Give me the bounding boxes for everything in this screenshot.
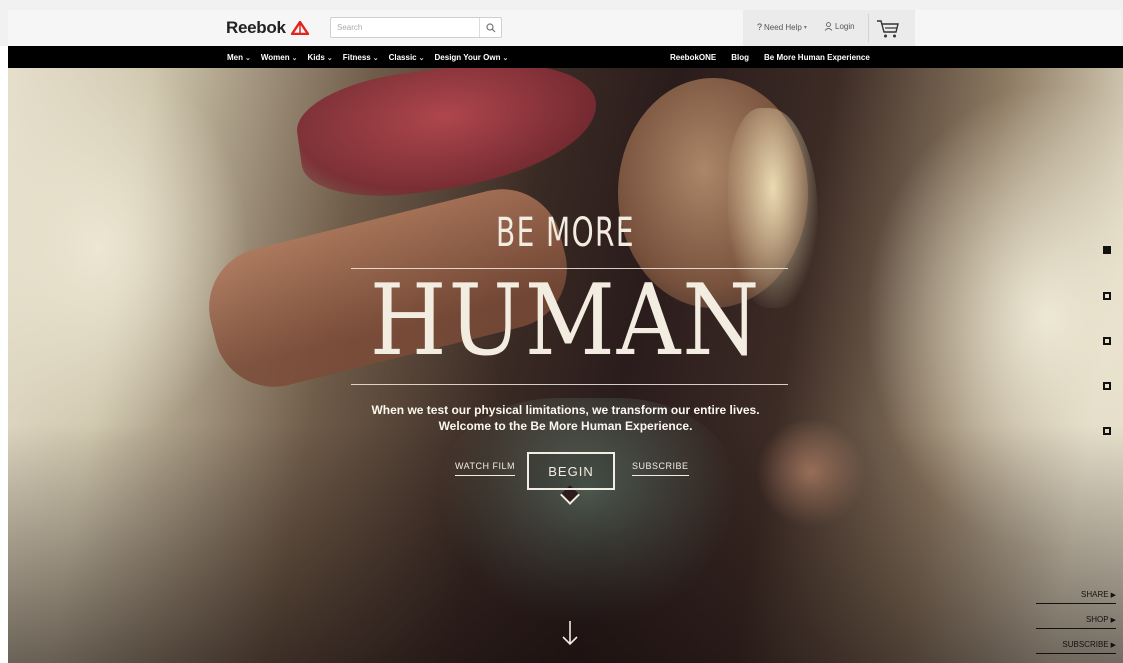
help-question-icon: ? (757, 22, 763, 32)
chevron-down-icon: ⌄ (245, 54, 251, 62)
nav-item-kids[interactable]: Kids ⌄ (308, 53, 333, 62)
nav-item-blog[interactable]: Blog (731, 53, 749, 62)
search-divider (479, 18, 480, 37)
slide-dot-1[interactable] (1103, 246, 1111, 254)
slide-dot-5[interactable] (1103, 427, 1111, 435)
chevron-down-icon: ▾ (803, 24, 807, 31)
tagline-line-1: When we test our physical limitations, w… (371, 403, 760, 417)
need-help-menu[interactable]: ? Need Help ▾ (757, 22, 807, 32)
chevron-down-icon: ⌄ (291, 54, 298, 62)
hero-banner: BE MORE HUMAN When we test our physical … (8, 68, 1123, 663)
nav-item-reebokone[interactable]: ReebokONE (670, 53, 716, 62)
brand-wordmark: Reebok (226, 18, 286, 37)
search-button[interactable] (481, 18, 501, 37)
nav-item-be-more-human[interactable]: Be More Human Experience (764, 53, 870, 62)
subscribe-label: SUBSCRIBE (1062, 640, 1109, 649)
share-link[interactable]: SHARE ▶ (1081, 590, 1116, 599)
headline-small: BE MORE (496, 210, 635, 256)
slide-pager (1103, 246, 1117, 446)
nav-item-design-your-own[interactable]: Design Your Own ⌄ (435, 53, 509, 62)
hero-tagline: When we test our physical limitations, w… (8, 402, 1123, 434)
slide-dot-4[interactable] (1103, 382, 1111, 390)
subscribe-side-link[interactable]: SUBSCRIBE ▶ (1062, 640, 1116, 649)
subscribe-underline (1036, 653, 1116, 654)
nav-item-women[interactable]: Women ⌄ (261, 53, 298, 62)
login-link[interactable]: Login (824, 22, 855, 31)
nav-label: Classic (388, 52, 417, 62)
chevron-down-icon: ⌄ (326, 54, 333, 62)
shop-underline (1036, 628, 1116, 629)
play-arrow-icon: ▶ (1110, 592, 1116, 599)
slide-dot-3[interactable] (1103, 337, 1111, 345)
shop-label: SHOP (1085, 615, 1109, 624)
nav-label: Design Your Own (434, 52, 501, 62)
header-background (8, 10, 1121, 46)
nav-item-fitness[interactable]: Fitness ⌄ (343, 53, 379, 62)
headline-large: HUMAN (369, 264, 762, 378)
play-arrow-icon: ▶ (1110, 617, 1116, 624)
login-label: Login (835, 22, 855, 31)
nav-label: Men (227, 52, 243, 62)
begin-button[interactable]: BEGIN (527, 452, 615, 490)
search-box (330, 17, 502, 38)
headline-rule-bottom (351, 384, 788, 385)
shopping-cart-icon[interactable] (876, 19, 900, 39)
nav-label: Women (260, 52, 290, 62)
chevron-down-icon: ⌄ (502, 54, 509, 62)
main-navigation: Men ⌄ Women ⌄ Kids ⌄ Fitness ⌄ Classic ⌄ Desi… (8, 46, 1123, 68)
chevron-down-icon: ⌄ (372, 54, 379, 62)
chevron-down-icon: ⌄ (418, 54, 425, 62)
subscribe-link[interactable]: SUBSCRIBE (632, 461, 689, 476)
category-menu: Men ⌄ Women ⌄ Kids ⌄ Fitness ⌄ Classic ⌄ Desi… (227, 46, 508, 68)
play-arrow-icon: ▶ (1110, 642, 1116, 649)
share-underline (1036, 603, 1116, 604)
top-header (0, 0, 1123, 46)
watch-film-link[interactable]: WATCH FILM (455, 461, 515, 476)
nav-item-men[interactable]: Men ⌄ (227, 53, 251, 62)
nav-label: Kids (307, 52, 325, 62)
search-input[interactable] (333, 19, 473, 36)
reebok-delta-icon (290, 21, 309, 35)
utility-divider (868, 14, 869, 42)
need-help-label: Need Help (764, 22, 802, 32)
slide-dot-2[interactable] (1103, 292, 1111, 300)
tagline-line-2: Welcome to the Be More Human Experience. (438, 419, 693, 433)
reebok-logo[interactable]: Reebok (226, 18, 309, 38)
nav-item-classic[interactable]: Classic ⌄ (389, 53, 425, 62)
scroll-down-arrow-icon[interactable] (561, 620, 579, 646)
user-icon (824, 22, 833, 31)
secondary-menu: ReebokONE Blog Be More Human Experience (670, 46, 870, 68)
nav-label: Fitness (342, 52, 371, 62)
share-label: SHARE (1081, 590, 1109, 599)
shop-link[interactable]: SHOP ▶ (1086, 615, 1116, 624)
search-icon (486, 22, 496, 32)
